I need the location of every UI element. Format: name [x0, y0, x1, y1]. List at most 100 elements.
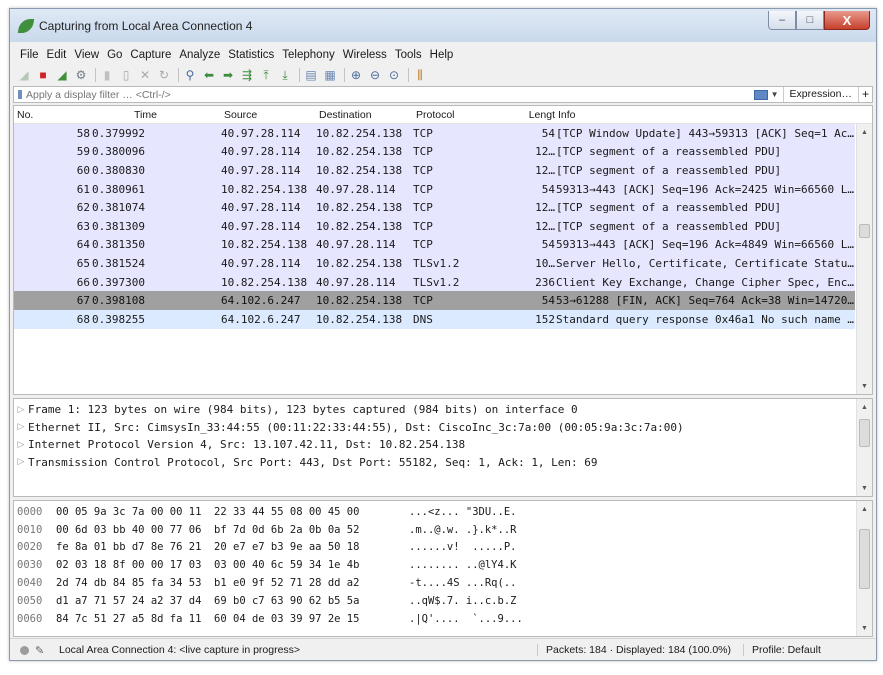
- expand-arrow-icon[interactable]: ▷: [14, 422, 28, 432]
- packet-row[interactable]: 65 0.381524 40.97.28.114 10.82.254.138 TLSv1…: [14, 254, 855, 273]
- start-capture-icon[interactable]: ◢: [16, 67, 32, 83]
- column-header-info[interactable]: Info: [555, 109, 872, 121]
- byte-ascii: -t....4S ...Rq(..: [409, 577, 517, 590]
- auto-scroll-icon[interactable]: ▤: [303, 67, 319, 83]
- comment-edit-icon[interactable]: ✎: [35, 644, 49, 657]
- packet-row[interactable]: 62 0.381074 40.97.28.114 10.82.254.138 TCP 12…: [14, 198, 855, 217]
- zoom-out-icon[interactable]: ⊖: [367, 67, 383, 83]
- scroll-thumb[interactable]: [859, 224, 870, 238]
- packet-count-text: Packets: 184 · Displayed: 184 (100.0%): [537, 644, 743, 656]
- apply-filter-icon[interactable]: [753, 89, 768, 100]
- column-header-time[interactable]: Time: [90, 109, 221, 121]
- column-header-source[interactable]: Source: [221, 109, 316, 121]
- expand-arrow-icon[interactable]: ▷: [14, 440, 28, 450]
- filter-dropdown-icon[interactable]: ▼: [771, 90, 779, 99]
- hex-dump-line[interactable]: 0000 00 05 9a 3c 7a 00 00 11 22 33 44 55 …: [14, 503, 855, 521]
- column-header-protocol[interactable]: Protocol: [413, 109, 493, 121]
- display-filter-input[interactable]: [26, 87, 754, 102]
- menu-file[interactable]: File: [16, 49, 43, 61]
- packet-length: 10…: [535, 256, 555, 270]
- status-bar: ✎ Local Area Connection 4: <live capture…: [10, 638, 876, 660]
- go-back-icon[interactable]: ⬅: [201, 67, 217, 83]
- maximize-button[interactable]: □: [796, 11, 824, 30]
- zoom-in-icon[interactable]: ⊕: [348, 67, 364, 83]
- close-file-icon[interactable]: ✕: [137, 67, 153, 83]
- packet-row[interactable]: 67 0.398108 64.102.6.247 10.82.254.138 TCP 54…: [14, 291, 855, 310]
- resize-columns-icon[interactable]: ⫼: [412, 67, 428, 83]
- colorize-icon[interactable]: ▦: [322, 67, 338, 83]
- reload-file-icon[interactable]: ↻: [156, 67, 172, 83]
- bytes-scrollbar[interactable]: ▲ ▼: [856, 501, 872, 636]
- detail-tree-item[interactable]: ▷ Ethernet II, Src: CimsysIn_33:44:55 (00…: [14, 419, 855, 437]
- menu-help[interactable]: Help: [426, 49, 458, 61]
- capture-status-icon[interactable]: [20, 645, 29, 655]
- profile-selector[interactable]: Profile: Default: [743, 644, 876, 656]
- hex-dump-line[interactable]: 0050 d1 a7 71 57 24 a2 37 d4 69 b0 c7 63 …: [14, 592, 855, 610]
- hex-dump-line[interactable]: 0020 fe 8a 01 bb d7 8e 76 21 20 e7 e7 b3 …: [14, 539, 855, 557]
- expression-button[interactable]: Expression…: [782, 87, 858, 102]
- scroll-up-icon[interactable]: ▲: [857, 124, 872, 140]
- add-filter-button[interactable]: +: [858, 87, 872, 102]
- detail-tree-item[interactable]: ▷ Internet Protocol Version 4, Src: 13.10…: [14, 436, 855, 454]
- hex-dump-line[interactable]: 0040 2d 74 db 84 85 fa 34 53 b1 e0 9f 52 …: [14, 574, 855, 592]
- menu-edit[interactable]: Edit: [43, 49, 71, 61]
- packet-row[interactable]: 64 0.381350 10.82.254.138 40.97.28.114 TCP 54…: [14, 235, 855, 255]
- column-header-destination[interactable]: Destination: [316, 109, 413, 121]
- details-scrollbar[interactable]: ▲ ▼: [856, 399, 872, 496]
- packet-row[interactable]: 58 0.379992 40.97.28.114 10.82.254.138 TCP 54…: [14, 124, 855, 143]
- packet-row[interactable]: 68 0.398255 64.102.6.247 10.82.254.138 DNS 15…: [14, 309, 855, 329]
- menu-capture[interactable]: Capture: [126, 49, 175, 61]
- packet-info: 53→61288 [FIN, ACK] Seq=764 Ack=38 Win=1…: [556, 294, 855, 308]
- packet-source: 10.82.254.138: [221, 275, 308, 289]
- scroll-thumb[interactable]: [859, 419, 870, 447]
- expand-arrow-icon[interactable]: ▷: [14, 405, 28, 415]
- menu-view[interactable]: View: [70, 49, 103, 61]
- hex-dump-line[interactable]: 0030 02 03 18 8f 00 00 17 03 03 00 40 6c …: [14, 556, 855, 574]
- column-header-no[interactable]: No.: [14, 109, 90, 121]
- hex-dump-line[interactable]: 0010 00 6d 03 bb 40 00 77 06 bf 7d 0d 6b …: [14, 521, 855, 539]
- go-last-packet-icon[interactable]: ⤓: [277, 67, 293, 83]
- column-header-length[interactable]: Lengt: [493, 109, 555, 121]
- menu-analyze[interactable]: Analyze: [175, 49, 224, 61]
- packet-info: [TCP Window Update] 443→59313 [ACK] Seq=…: [556, 126, 855, 140]
- packet-row[interactable]: 63 0.381309 40.97.28.114 10.82.254.138 TCP 12…: [14, 216, 855, 236]
- save-file-icon[interactable]: ▯: [118, 67, 134, 83]
- menu-telephony[interactable]: Telephony: [278, 49, 338, 61]
- expand-arrow-icon[interactable]: ▷: [14, 457, 28, 467]
- minimize-button[interactable]: –: [768, 11, 796, 30]
- go-forward-icon[interactable]: ➡: [220, 67, 236, 83]
- filter-bookmark-icon[interactable]: [18, 90, 22, 99]
- close-button[interactable]: X: [824, 11, 870, 30]
- go-first-packet-icon[interactable]: ⤒: [258, 67, 274, 83]
- stop-capture-icon[interactable]: ■: [35, 67, 51, 83]
- scroll-up-icon[interactable]: ▲: [857, 399, 872, 415]
- find-packet-icon[interactable]: ⚲: [182, 67, 198, 83]
- packet-protocol: TLSv1.2: [413, 275, 460, 289]
- scroll-up-icon[interactable]: ▲: [857, 501, 872, 517]
- packet-row[interactable]: 59 0.380096 40.97.28.114 10.82.254.138 TCP 12…: [14, 142, 855, 162]
- toolbar-separator: [95, 68, 96, 82]
- scroll-down-icon[interactable]: ▼: [857, 378, 872, 394]
- packet-length: 54: [541, 238, 555, 252]
- packet-list-scrollbar[interactable]: ▲ ▼: [856, 124, 872, 394]
- restart-capture-icon[interactable]: ◢: [54, 67, 70, 83]
- menu-statistics[interactable]: Statistics: [224, 49, 278, 61]
- detail-tree-item[interactable]: ▷ Transmission Control Protocol, Src Port…: [14, 454, 855, 472]
- scroll-down-icon[interactable]: ▼: [857, 620, 872, 636]
- detail-tree-item[interactable]: ▷ Frame 1: 123 bytes on wire (984 bits), …: [14, 401, 855, 419]
- zoom-normal-icon[interactable]: ⊙: [386, 67, 402, 83]
- packet-row[interactable]: 60 0.380830 40.97.28.114 10.82.254.138 TCP 12…: [14, 161, 855, 180]
- title-bar[interactable]: Capturing from Local Area Connection 4 –…: [10, 9, 876, 42]
- packet-row[interactable]: 61 0.380961 10.82.254.138 40.97.28.114 TCP 54…: [14, 179, 855, 199]
- scroll-thumb[interactable]: [859, 529, 870, 589]
- packet-row[interactable]: 66 0.397300 10.82.254.138 40.97.28.114 TLSv1…: [14, 272, 855, 292]
- scroll-down-icon[interactable]: ▼: [857, 480, 872, 496]
- menu-wireless[interactable]: Wireless: [339, 49, 391, 61]
- capture-options-icon[interactable]: ⚙: [73, 67, 89, 83]
- packet-source: 40.97.28.114: [221, 163, 301, 177]
- menu-go[interactable]: Go: [103, 49, 126, 61]
- menu-tools[interactable]: Tools: [391, 49, 426, 61]
- go-to-packet-icon[interactable]: ⇶: [239, 67, 255, 83]
- hex-dump-line[interactable]: 0060 84 7c 51 27 a5 8d fa 11 60 04 de 03 …: [14, 610, 855, 628]
- open-file-icon[interactable]: ▮: [99, 67, 115, 83]
